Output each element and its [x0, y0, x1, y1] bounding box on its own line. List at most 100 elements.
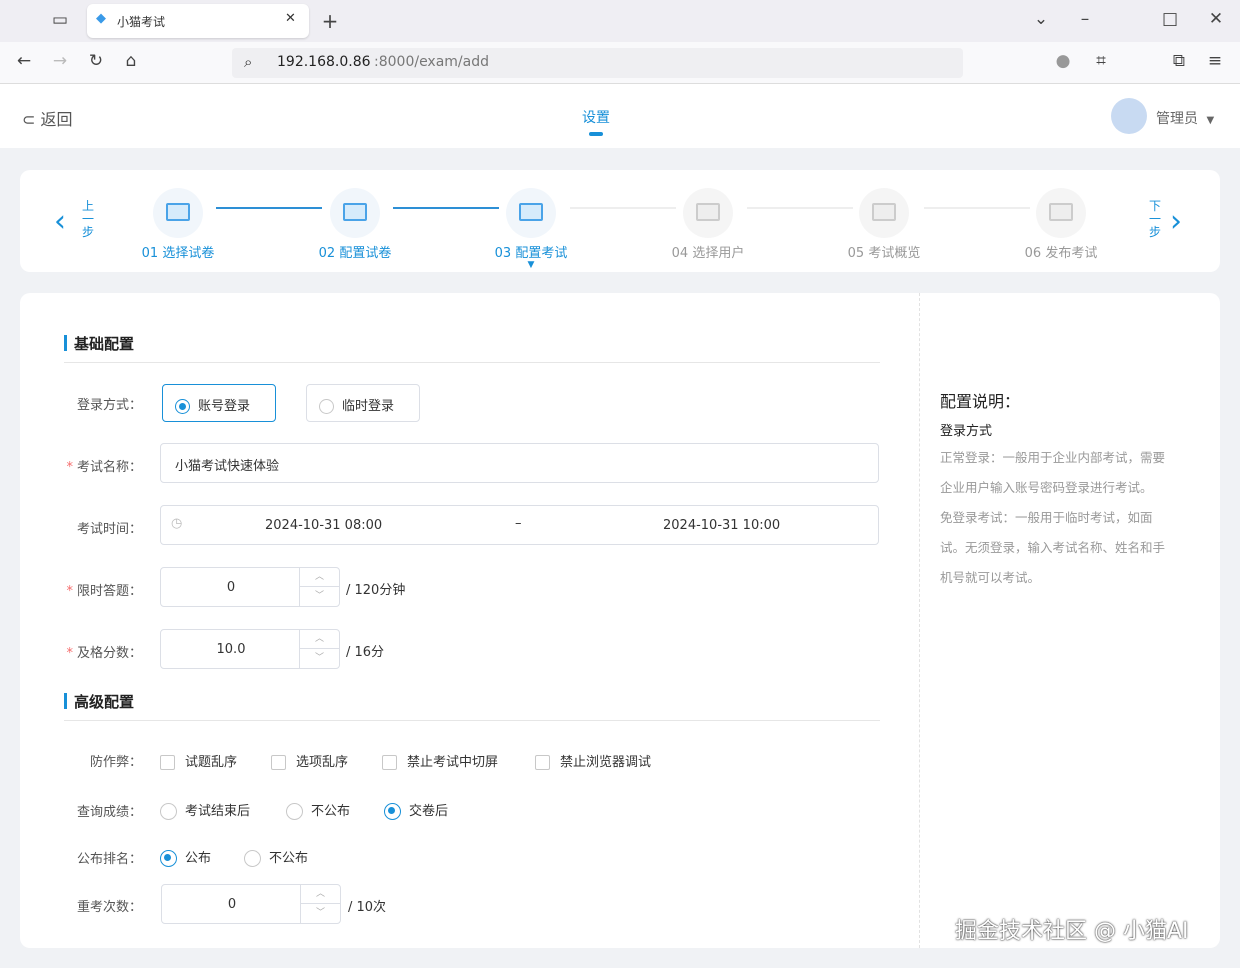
- tab-title: 小猫考试: [117, 13, 165, 30]
- caret-down-icon: ▼: [1206, 115, 1214, 126]
- browser-tab[interactable]: ◆ 小猫考试 ✕: [87, 4, 309, 38]
- pass-score-label: *及格分数：: [20, 642, 142, 661]
- decrement-icon[interactable]: ﹀: [300, 649, 339, 668]
- exam-name-input[interactable]: 小猫考试快速体验: [160, 443, 879, 483]
- reload-icon[interactable]: ↻: [84, 51, 108, 71]
- login-method-label: 登录方式：: [20, 394, 142, 413]
- step-label: 04 选择用户: [648, 242, 768, 261]
- exam-time-label: 考试时间：: [20, 518, 142, 537]
- user-document-icon: [683, 188, 733, 238]
- pass-score-stepper[interactable]: 10.0 ︿﹀: [160, 629, 340, 669]
- stepper-value: 10.0: [161, 642, 301, 657]
- step-label: 02 配置试卷: [295, 242, 415, 261]
- next-chevron-icon[interactable]: ›: [1170, 204, 1182, 239]
- active-step-caret-icon: ▼: [471, 261, 591, 269]
- radio-after-exam-end[interactable]: 考试结束后: [160, 800, 250, 820]
- login-option-temp[interactable]: 临时登录: [306, 384, 420, 422]
- crop-icon[interactable]: ⌗: [1089, 51, 1113, 71]
- menu-icon[interactable]: ≡: [1203, 51, 1227, 71]
- decrement-icon[interactable]: ﹀: [300, 587, 339, 606]
- checkbox-shuffle-options[interactable]: 选项乱序: [271, 751, 348, 770]
- increment-icon[interactable]: ︿: [301, 885, 340, 904]
- address-bar[interactable]: ⌕ 192.168.0.86 :8000/exam/add: [232, 48, 963, 78]
- checkbox-block-switch[interactable]: 禁止考试中切屏: [382, 751, 498, 770]
- new-tab-icon[interactable]: +: [318, 9, 342, 33]
- help-line: 企业用户输入账号密码登录进行考试。: [940, 473, 1210, 503]
- app-header: ⊂ 返回 设置 管理员 ▼: [0, 84, 1240, 148]
- help-subtitle: 登录方式: [940, 420, 992, 439]
- radio-rank-hidden[interactable]: 不公布: [244, 847, 308, 867]
- prev-step-button[interactable]: 上一步: [82, 200, 94, 239]
- extensions-icon[interactable]: ⧉: [1167, 51, 1191, 71]
- help-line: 试。无须登录，输入考试名称、姓名和手: [940, 533, 1210, 563]
- search-icon: ⌕: [244, 53, 252, 71]
- help-title: 配置说明：: [940, 388, 1020, 412]
- step-configure-paper[interactable]: 02 配置试卷: [295, 188, 415, 261]
- avatar[interactable]: [1111, 98, 1147, 134]
- config-panel: 基础配置 登录方式： 账号登录 临时登录 *考试名称： 小猫考试快速体验 考试时…: [20, 293, 1220, 948]
- exam-time-range[interactable]: ◷ 2024-10-31 08:00 – 2024-10-31 10:00: [160, 505, 879, 545]
- divider: [919, 293, 920, 948]
- close-tab-icon[interactable]: ✕: [285, 11, 296, 26]
- radio-not-published[interactable]: 不公布: [286, 800, 350, 820]
- radio-after-submit[interactable]: 交卷后: [384, 800, 448, 820]
- radio-rank-public[interactable]: 公布: [160, 847, 211, 867]
- tab-overview-icon[interactable]: ▭: [48, 10, 72, 30]
- browser-tab-bar: ▭ ◆ 小猫考试 ✕ + ⌄ – □ ✕: [0, 0, 1240, 42]
- time-end[interactable]: 2024-10-31 10:00: [663, 518, 780, 533]
- next-char: 步: [1149, 226, 1161, 239]
- step-configure-exam[interactable]: 03 配置考试▼: [471, 188, 591, 269]
- back-arrow-icon[interactable]: ←: [12, 51, 36, 71]
- time-limit-stepper[interactable]: 0 ︿﹀: [160, 567, 340, 607]
- time-start[interactable]: 2024-10-31 08:00: [265, 518, 382, 533]
- anti-cheat-label: 防作弊：: [20, 751, 142, 770]
- next-step-button[interactable]: 下一步: [1149, 200, 1161, 239]
- pass-score-suffix: / 16分: [346, 641, 384, 660]
- increment-icon[interactable]: ︿: [300, 630, 339, 649]
- time-separator: –: [515, 516, 522, 531]
- retake-suffix: / 10次: [348, 896, 386, 915]
- option-label: 临时登录: [342, 399, 394, 414]
- close-window-icon[interactable]: ✕: [1204, 9, 1228, 29]
- tab-list-chevron-icon[interactable]: ⌄: [1029, 9, 1053, 29]
- checkbox-shuffle-questions[interactable]: 试题乱序: [160, 751, 237, 770]
- forward-arrow-icon[interactable]: →: [48, 51, 72, 71]
- user-name: 管理员: [1156, 111, 1198, 127]
- active-tab-indicator: [589, 132, 603, 136]
- tab-settings[interactable]: 设置: [582, 107, 610, 127]
- step-exam-overview[interactable]: 05 考试概览: [824, 188, 944, 261]
- user-menu[interactable]: 管理员 ▼: [1156, 108, 1214, 128]
- step-select-paper[interactable]: 01 选择试卷: [118, 188, 238, 261]
- checkbox-block-devtools[interactable]: 禁止浏览器调试: [535, 751, 651, 770]
- back-link[interactable]: ⊂ 返回: [22, 106, 73, 130]
- query-score-label: 查询成绩：: [20, 801, 142, 820]
- decrement-icon[interactable]: ﹀: [301, 904, 340, 923]
- back-label: 返回: [41, 110, 73, 129]
- step-label: 05 考试概览: [824, 242, 944, 261]
- minimize-icon[interactable]: –: [1073, 9, 1097, 29]
- url-host: 192.168.0.86: [277, 54, 371, 70]
- help-text: 正常登录：一般用于企业内部考试，需要 企业用户输入账号密码登录进行考试。 免登录…: [940, 443, 1210, 593]
- help-line: 免登录考试：一般用于临时考试，如面: [940, 503, 1210, 533]
- step-publish-exam[interactable]: 06 发布考试: [1001, 188, 1121, 261]
- watermark: 掘金技术社区 @ 小猫AI: [955, 913, 1189, 945]
- prev-char: 步: [82, 226, 94, 239]
- ranking-label: 公布排名：: [20, 848, 142, 867]
- step-label: 01 选择试卷: [118, 242, 238, 261]
- document-gear-icon: [506, 188, 556, 238]
- increment-icon[interactable]: ︿: [300, 568, 339, 587]
- stepper-value: 0: [161, 580, 301, 595]
- step-label: 06 发布考试: [1001, 242, 1121, 261]
- home-icon[interactable]: ⌂: [119, 51, 143, 71]
- send-document-icon: [1036, 188, 1086, 238]
- url-path: :8000/exam/add: [374, 54, 489, 70]
- info-icon[interactable]: ●: [1051, 51, 1075, 71]
- step-select-users[interactable]: 04 选择用户: [648, 188, 768, 261]
- retake-stepper[interactable]: 0 ︿﹀: [161, 884, 341, 924]
- step-wizard: ‹ 上一步 01 选择试卷 02 配置试卷 03 配置考试▼ 04 选择用户 0…: [20, 170, 1220, 272]
- login-option-account[interactable]: 账号登录: [162, 384, 276, 422]
- prev-chevron-icon[interactable]: ‹: [54, 204, 66, 239]
- option-label: 账号登录: [198, 399, 250, 414]
- maximize-icon[interactable]: □: [1158, 9, 1182, 29]
- section-basic-title: 基础配置: [64, 333, 880, 363]
